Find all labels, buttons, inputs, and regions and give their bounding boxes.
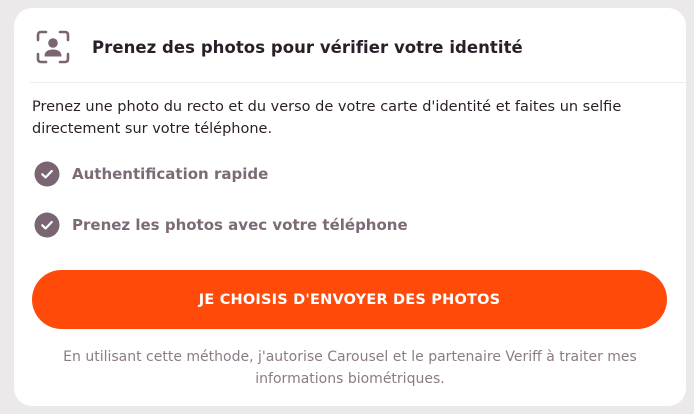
feature-item-quick-auth: Authentification rapide <box>34 161 268 187</box>
feature-item-phone-photos: Prenez les photos avec votre téléphone <box>34 212 408 238</box>
card-header: Prenez des photos pour vérifier votre id… <box>34 28 523 66</box>
check-circle-icon <box>34 212 60 238</box>
header-divider <box>30 82 686 83</box>
consent-text: En utilisant cette méthode, j'autorise C… <box>63 349 637 387</box>
face-scan-icon <box>36 30 70 64</box>
feature-label: Prenez les photos avec votre téléphone <box>72 216 408 234</box>
verification-card: Prenez des photos pour vérifier votre id… <box>14 8 686 406</box>
check-circle-icon <box>34 161 60 187</box>
send-photos-button[interactable]: JE CHOISIS D'ENVOYER DES PHOTOS <box>32 270 667 329</box>
feature-label: Authentification rapide <box>72 165 269 183</box>
page-title: Prenez des photos pour vérifier votre id… <box>92 37 523 57</box>
instructions-text: Prenez une photo du recto et du verso de… <box>32 99 622 137</box>
